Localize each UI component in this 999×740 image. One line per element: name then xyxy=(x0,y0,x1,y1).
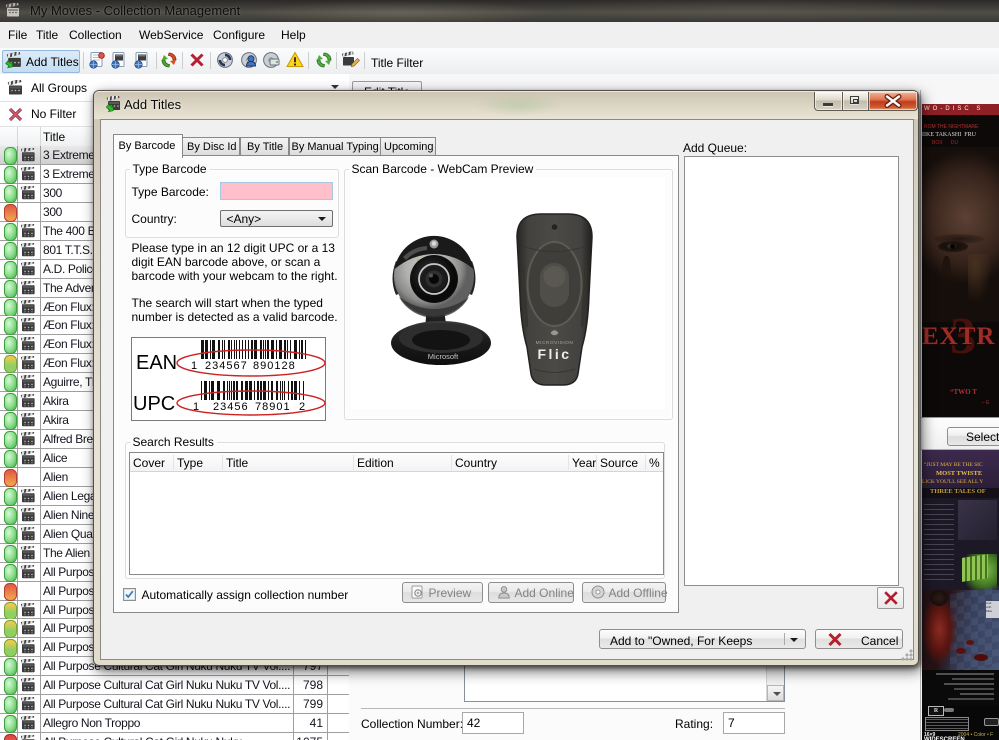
svg-text:UPC: UPC xyxy=(133,393,175,415)
svg-text:EAN: EAN xyxy=(136,352,177,374)
svg-text:78901: 78901 xyxy=(255,401,291,413)
svg-text:Flic: Flic xyxy=(537,346,571,362)
svg-text:Microsoft: Microsoft xyxy=(428,352,459,361)
svg-text:23456: 23456 xyxy=(213,401,249,413)
svg-text:234567: 234567 xyxy=(205,360,248,372)
svg-text:890128: 890128 xyxy=(253,360,296,372)
